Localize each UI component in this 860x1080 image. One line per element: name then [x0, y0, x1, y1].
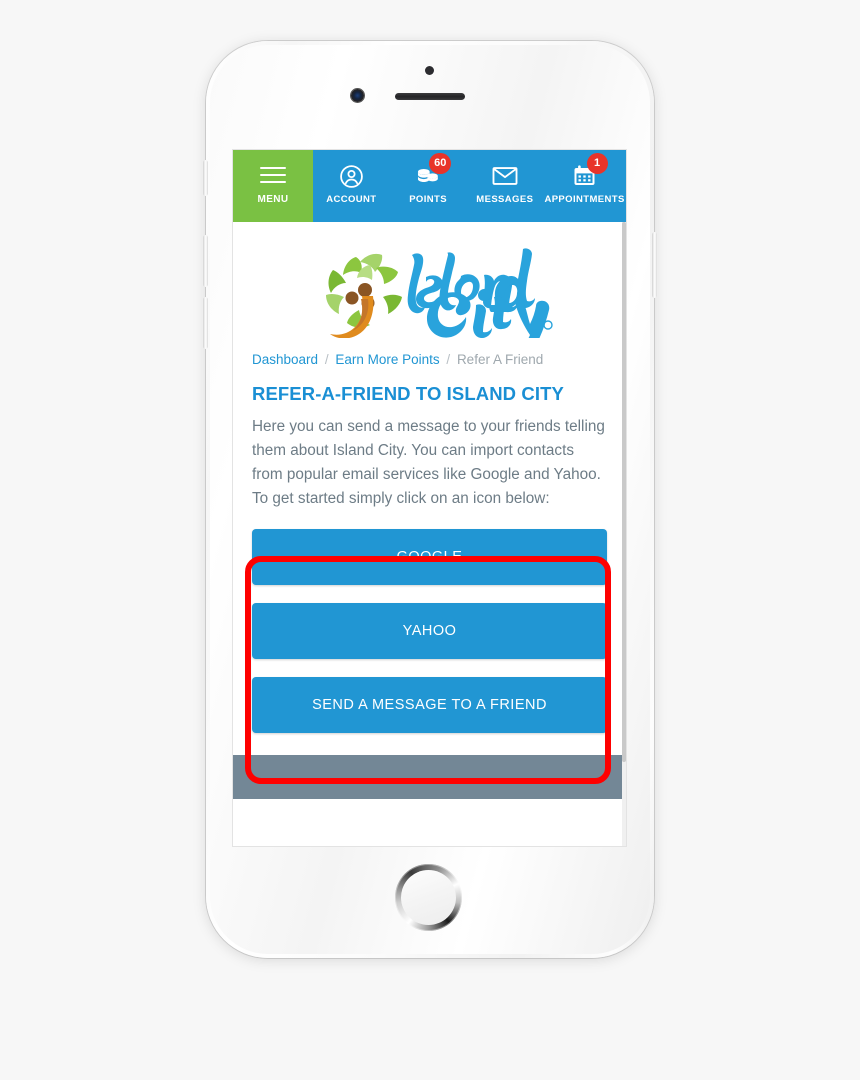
volume-down-button[interactable] — [203, 297, 208, 349]
earpiece-speaker-icon — [395, 93, 465, 100]
envelope-icon — [492, 163, 518, 189]
phone-screen: MENU ACCOUNT 60 POINTS MESSAGES 1 APPOIN… — [233, 150, 626, 846]
nav-label-points: POINTS — [409, 194, 447, 205]
page-content: Dashboard / Earn More Points / Refer A F… — [233, 222, 626, 734]
nav-item-appointments[interactable]: 1 APPOINTMENTS — [543, 150, 626, 222]
front-camera-icon — [351, 89, 364, 102]
nav-label-appointments: APPOINTMENTS — [544, 194, 625, 205]
breadcrumb: Dashboard / Earn More Points / Refer A F… — [252, 352, 607, 375]
nav-item-menu[interactable]: MENU — [233, 150, 313, 222]
breadcrumb-separator: / — [446, 352, 451, 367]
page-scrollbar[interactable] — [622, 222, 626, 846]
breadcrumb-item-earn-more-points[interactable]: Earn More Points — [335, 352, 439, 367]
home-button-inner[interactable] — [401, 870, 456, 925]
page-title: REFER-A-FRIEND TO ISLAND CITY — [252, 383, 564, 404]
palm-tree-icon — [325, 253, 402, 338]
breadcrumb-item-refer-a-friend: Refer A Friend — [456, 352, 544, 367]
mute-switch-button[interactable] — [203, 160, 208, 196]
volume-up-button[interactable] — [203, 235, 208, 287]
logo-word-city — [426, 288, 549, 338]
hamburger-menu-icon — [260, 164, 286, 186]
nav-label-menu: MENU — [257, 194, 289, 205]
google-button[interactable]: GOOGLE — [252, 529, 607, 586]
breadcrumb-separator: / — [324, 352, 329, 367]
top-navigation-bar: MENU ACCOUNT 60 POINTS MESSAGES 1 APPOIN… — [233, 150, 626, 222]
breadcrumb-item-dashboard[interactable]: Dashboard — [252, 352, 318, 367]
power-button[interactable] — [652, 232, 657, 298]
points-badge: 60 — [429, 153, 452, 174]
yahoo-button[interactable]: YAHOO — [252, 603, 607, 660]
action-buttons-group: GOOGLE YAHOO SEND A MESSAGE TO A FRIEND — [252, 529, 607, 734]
site-logo[interactable] — [252, 222, 607, 352]
send-a-message-to-a-friend-button[interactable]: SEND A MESSAGE TO A FRIEND — [252, 677, 607, 734]
user-circle-icon — [338, 163, 364, 189]
island-city-logo-icon — [325, 248, 553, 338]
appointments-badge: 1 — [586, 153, 608, 174]
registered-mark-icon — [542, 320, 553, 330]
nav-label-messages: MESSAGES — [476, 194, 534, 205]
nav-item-account[interactable]: ACCOUNT — [313, 150, 390, 222]
intro-paragraph: Here you can send a message to your frie… — [252, 418, 605, 507]
nav-label-account: ACCOUNT — [326, 194, 377, 205]
nav-item-messages[interactable]: MESSAGES — [466, 150, 543, 222]
footer-bar — [233, 755, 626, 800]
proximity-sensor-icon — [425, 66, 434, 75]
nav-item-points[interactable]: 60 POINTS — [390, 150, 467, 222]
page-scrollbar-thumb[interactable] — [622, 222, 626, 762]
